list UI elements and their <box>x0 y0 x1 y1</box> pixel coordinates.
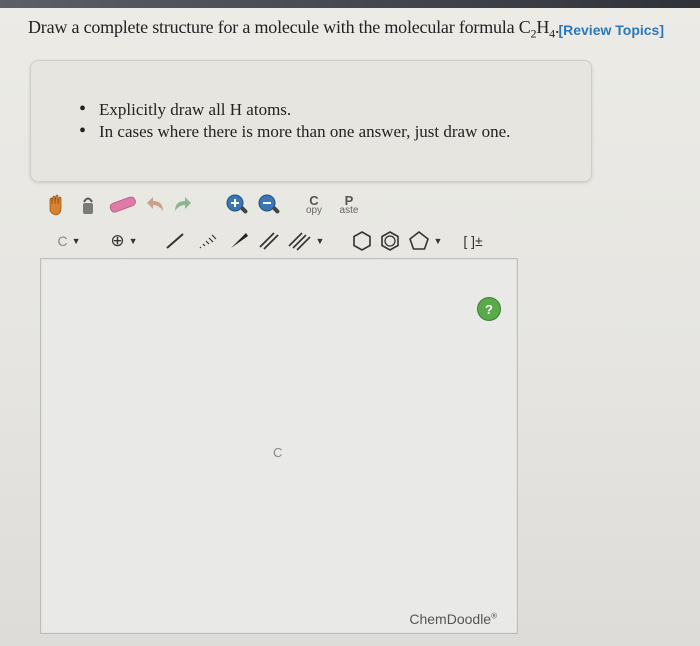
wedge-bond-icon[interactable] <box>226 230 252 252</box>
chevron-down-icon: ▼ <box>71 236 81 246</box>
triple-bond-selector[interactable]: ▼ <box>286 230 326 252</box>
question-prompt: Draw a complete structure for a molecule… <box>28 16 668 45</box>
lasso-select-icon[interactable] <box>76 192 100 218</box>
copy-button[interactable]: C opy <box>300 192 328 220</box>
zoom-out-icon[interactable] <box>256 192 282 218</box>
chemdoodle-toolbar-top: C opy P aste <box>44 192 464 220</box>
instruction-item: In cases where there is more than one an… <box>79 120 510 143</box>
chemdoodle-toolbar-bottom: C ▼ ⊕ ▼ ▼ ▼ [ ]± <box>44 228 524 254</box>
hexagon-ring-icon[interactable] <box>350 230 374 252</box>
redo-icon[interactable] <box>170 192 194 218</box>
charge-selector[interactable]: ⊕ ▼ <box>104 230 144 252</box>
undo-icon[interactable] <box>144 192 168 218</box>
benzene-ring-icon[interactable] <box>378 230 402 252</box>
help-icon[interactable]: ? <box>477 297 501 321</box>
pentagon-ring-selector[interactable]: ▼ <box>406 230 444 252</box>
instructions-box: Explicitly draw all H atoms. In cases wh… <box>30 60 592 182</box>
plus-circle-icon: ⊕ <box>110 231 125 250</box>
carbon-atom-label[interactable]: C <box>273 445 282 460</box>
bracket-charge-button[interactable]: [ ]± <box>456 230 490 252</box>
chemdoodle-logo: ChemDoodle® <box>409 611 497 627</box>
paste-button[interactable]: P aste <box>334 192 364 220</box>
drawing-canvas[interactable]: ? C ChemDoodle® <box>40 258 518 634</box>
chevron-down-icon: ▼ <box>128 236 138 246</box>
double-bond-icon[interactable] <box>256 230 282 252</box>
hashed-bond-icon[interactable] <box>194 230 220 252</box>
chevron-down-icon: ▼ <box>315 236 325 246</box>
top-bar <box>0 0 700 8</box>
eraser-icon[interactable] <box>106 194 140 216</box>
single-bond-icon[interactable] <box>162 230 188 252</box>
zoom-in-icon[interactable] <box>224 192 250 218</box>
instructions-list: Explicitly draw all H atoms. In cases wh… <box>79 98 510 143</box>
element-selector[interactable]: C ▼ <box>50 230 88 252</box>
question-text: Draw a complete structure for a molecule… <box>28 17 519 37</box>
chevron-down-icon: ▼ <box>433 236 443 246</box>
hand-pan-icon[interactable] <box>44 192 68 218</box>
molecular-formula: C2H4. <box>518 17 560 41</box>
instruction-item: Explicitly draw all H atoms. <box>79 98 510 121</box>
